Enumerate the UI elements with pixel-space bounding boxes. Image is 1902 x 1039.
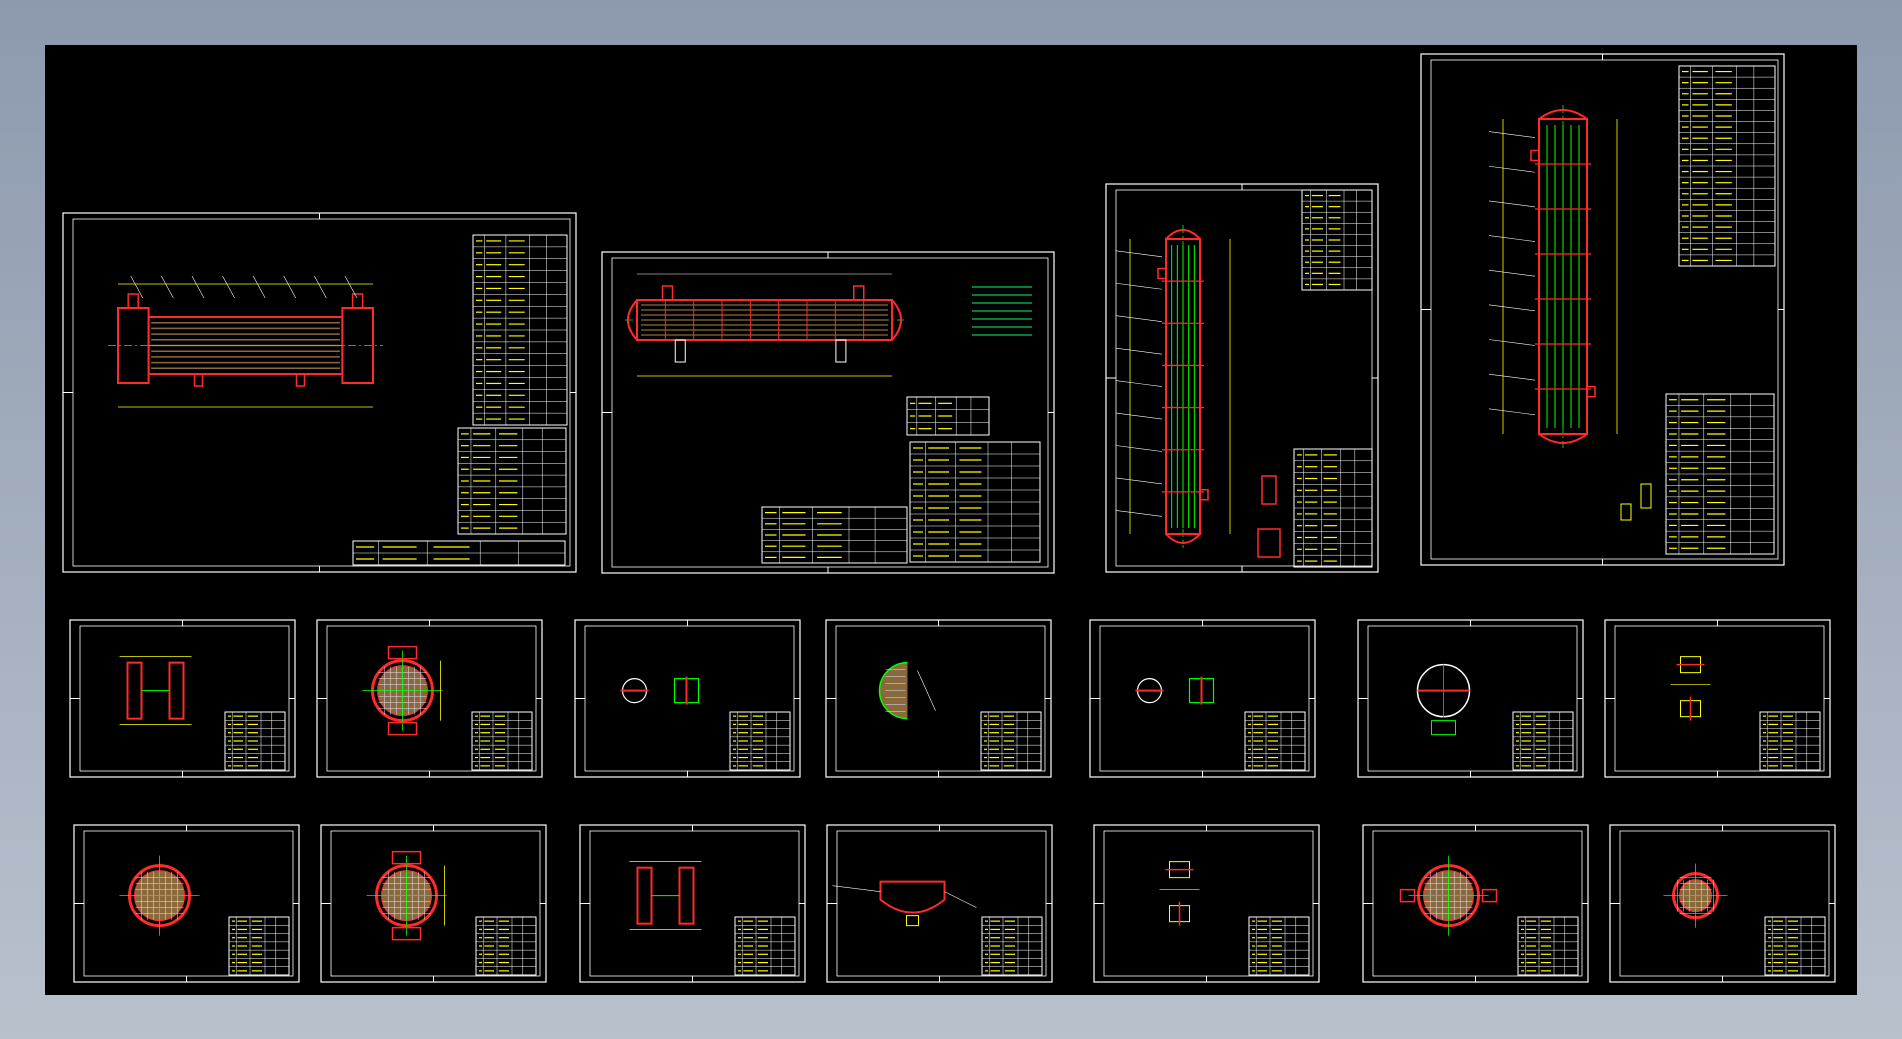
drawing-sheet-tube-bundle-section[interactable]	[1362, 824, 1589, 983]
vessel-vertical	[1115, 225, 1231, 548]
parts-table	[761, 506, 908, 564]
detail-view-two-flanges	[1135, 676, 1215, 705]
parts-table	[1248, 916, 1310, 976]
detail-view-channel	[119, 656, 192, 726]
detail-view-shell-section	[362, 645, 443, 736]
parts-table	[228, 916, 290, 976]
parts-table	[1512, 711, 1574, 771]
parts-table	[734, 916, 796, 976]
drawing-sheet-horizontal-exchanger-assembly[interactable]	[62, 212, 577, 573]
drawing-sheet-ring-flange-detail[interactable]	[1609, 824, 1836, 983]
drawing-sheet-baffle-plate-detail[interactable]	[73, 824, 300, 983]
drawing-sheet-shell-nozzle-section[interactable]	[320, 824, 547, 983]
parts-table	[475, 916, 537, 976]
drawing-sheet-vertical-exchanger-assembly[interactable]	[1105, 183, 1379, 573]
parts-table	[906, 396, 990, 436]
nozzle-inset	[1257, 475, 1281, 558]
drawing-sheet-horizontal-condenser-assembly[interactable]	[601, 251, 1055, 574]
parts-table	[471, 711, 533, 771]
drawing-sheet-cover-section[interactable]	[1357, 619, 1584, 778]
parts-table	[1244, 711, 1306, 771]
drawing-sheets-layer	[45, 45, 1857, 995]
vessel-horizontal-long	[625, 273, 904, 377]
parts-table	[980, 711, 1042, 771]
drawing-sheet-channel-box-detail[interactable]	[69, 619, 296, 778]
drawing-sheet-tubesheet-detail[interactable]	[825, 619, 1052, 778]
detail-view-ring	[1663, 863, 1728, 928]
parts-table	[1764, 916, 1826, 976]
parts-table	[1301, 189, 1373, 291]
parts-table	[457, 427, 567, 535]
drawing-sheet-head-assembly-detail[interactable]	[826, 824, 1053, 983]
drawing-sheet-support-details[interactable]	[1604, 619, 1831, 778]
parts-table	[981, 916, 1043, 976]
detail-view-small-parts	[1159, 861, 1200, 926]
drawing-sheet-vertical-column-assembly[interactable]	[1420, 53, 1785, 566]
parts-table	[1759, 711, 1821, 771]
vessel-vertical	[1488, 105, 1618, 448]
drawing-sheet-nozzle-details[interactable]	[574, 619, 801, 778]
parts-table	[1678, 65, 1776, 267]
detail-view-shell-section	[366, 850, 447, 941]
parts-table	[1293, 448, 1373, 568]
parts-table	[472, 234, 568, 426]
detail-view-baffle	[119, 855, 200, 936]
support-inset	[1620, 483, 1652, 521]
vessel-horizontal	[108, 275, 383, 408]
parts-table	[909, 441, 1041, 563]
cad-model-space[interactable]	[45, 45, 1857, 995]
detail-view-bundle	[1399, 855, 1498, 936]
drawing-sheet-small-parts-detail[interactable]	[1093, 824, 1320, 983]
detail-view-tubesheet	[878, 661, 936, 720]
detail-view-channel	[629, 861, 702, 931]
detail-view-head	[832, 880, 977, 927]
parts-table	[224, 711, 286, 771]
drawing-sheet-flange-details[interactable]	[1089, 619, 1316, 778]
parts-table	[729, 711, 791, 771]
parts-table	[352, 540, 566, 566]
parts-table	[1665, 393, 1775, 555]
notes-annotation	[972, 286, 1032, 336]
detail-view-two-nozzles	[620, 676, 700, 705]
drawing-sheet-channel-cover-detail[interactable]	[579, 824, 806, 983]
drawing-sheet-shell-flange-section[interactable]	[316, 619, 543, 778]
detail-view-cover	[1416, 663, 1471, 736]
parts-table	[1517, 916, 1579, 976]
detail-view-small-parts	[1670, 656, 1711, 721]
